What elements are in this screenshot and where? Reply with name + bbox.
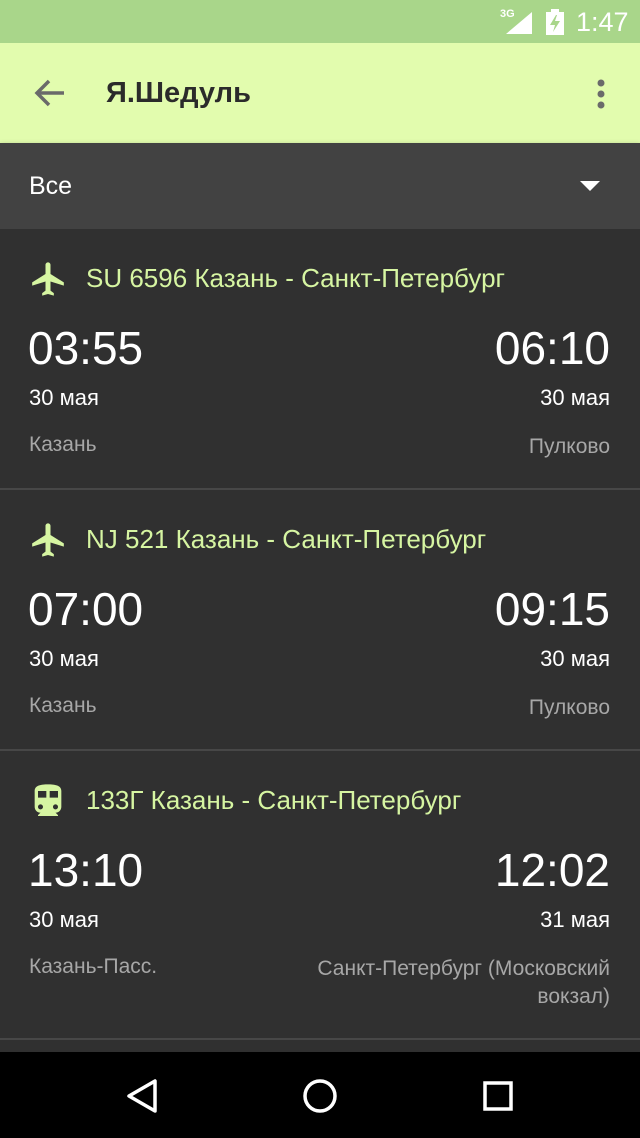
- arrival-date: 30 мая: [540, 385, 610, 410]
- arrow-back-icon: [34, 79, 64, 107]
- train-icon: [34, 784, 62, 816]
- airplane-icon: [32, 523, 64, 557]
- system-nav-bar: [0, 1052, 640, 1138]
- departure-date: 30 мая: [29, 907, 99, 932]
- arrival-place: Пулково: [528, 435, 610, 458]
- departure-place: Казань-Пасс.: [29, 955, 158, 978]
- departure-place: Казань: [29, 694, 97, 717]
- app-bar: Я.Шедуль: [0, 43, 640, 143]
- arrival-place: Пулково: [528, 696, 610, 719]
- dropdown-arrow-icon: [580, 181, 600, 191]
- departure-place: Казань: [29, 433, 97, 456]
- overflow-menu-button[interactable]: [580, 69, 622, 119]
- back-button[interactable]: [24, 67, 76, 119]
- status-time: 1:47: [576, 7, 629, 37]
- arrival-date: 30 мая: [540, 646, 610, 671]
- arrival-time: 09:15: [494, 583, 610, 635]
- filter-selected-label: Все: [29, 172, 73, 200]
- trip-title: NJ 521 Казань - Санкт-Петербург: [86, 524, 487, 554]
- trip-list: SU 6596 Казань - Санкт-Петербург 03:55 0…: [0, 229, 640, 1040]
- departure-time: 03:55: [28, 322, 144, 374]
- nav-back-button[interactable]: [118, 1072, 166, 1120]
- nav-back-icon: [127, 1079, 157, 1113]
- more-vert-icon: [597, 79, 605, 109]
- trip-card[interactable]: SU 6596 Казань - Санкт-Петербург 03:55 0…: [0, 229, 640, 490]
- nav-recents-button[interactable]: [474, 1072, 522, 1120]
- trip-card[interactable]: 133Г Казань - Санкт-Петербург 13:10 12:0…: [0, 751, 640, 1040]
- signal-icon: [506, 12, 532, 34]
- trip-title: SU 6596 Казань - Санкт-Петербург: [86, 263, 506, 293]
- airplane-icon: [32, 262, 64, 296]
- nav-recents-icon: [483, 1081, 513, 1111]
- arrival-time: 06:10: [494, 322, 610, 374]
- trip-title: 133Г Казань - Санкт-Петербург: [86, 785, 462, 815]
- departure-date: 30 мая: [29, 385, 99, 410]
- arrival-time: 12:02: [494, 844, 610, 896]
- arrival-date: 31 мая: [540, 907, 610, 932]
- battery-charging-icon: [546, 9, 564, 35]
- filter-dropdown[interactable]: Все: [0, 143, 640, 229]
- departure-time: 13:10: [28, 844, 144, 896]
- arrival-place: Санкт-Петербург (Московский вокзал): [317, 957, 610, 1008]
- trip-card[interactable]: NJ 521 Казань - Санкт-Петербург 07:00 09…: [0, 490, 640, 751]
- departure-date: 30 мая: [29, 646, 99, 671]
- departure-time: 07:00: [28, 583, 144, 635]
- nav-home-icon: [303, 1079, 337, 1113]
- page-title: Я.Шедуль: [106, 77, 251, 109]
- nav-home-button[interactable]: [296, 1072, 344, 1120]
- status-bar: 3G 1:47: [0, 0, 640, 43]
